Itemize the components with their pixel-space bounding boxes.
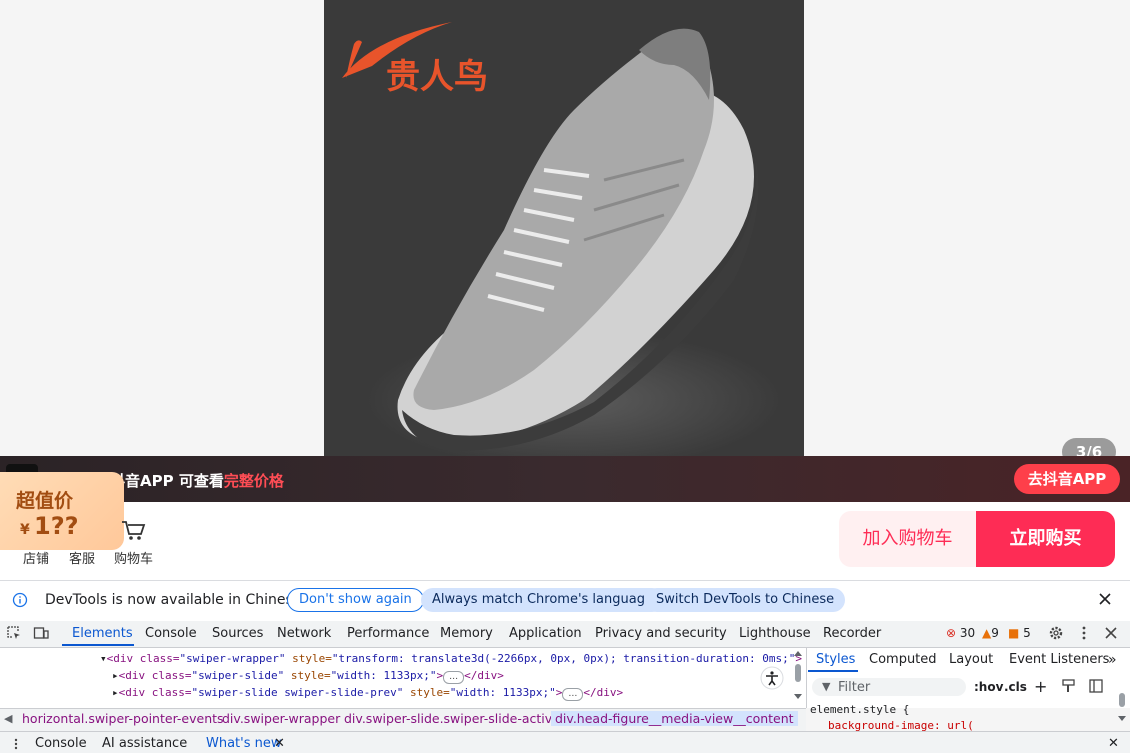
price-currency: ¥ (20, 522, 30, 538)
issue-icon: ■ (1008, 626, 1020, 640)
product-image[interactable]: 贵人鸟 (324, 0, 804, 478)
dom-attr-value: "swiper-wrapper" (179, 652, 286, 665)
gear-icon[interactable] (1048, 625, 1064, 641)
shoe-illustration (397, 28, 759, 451)
dom-tag: <div class= (106, 652, 180, 665)
match-language-button[interactable]: Always match Chrome's language (421, 588, 664, 612)
dom-attr-name: style= (403, 686, 450, 699)
accessibility-icon[interactable] (760, 666, 784, 690)
drawer-tab-ai-assistance[interactable]: AI assistance (102, 736, 187, 751)
price-label: 超值价 (16, 490, 74, 512)
more-tabs-icon[interactable]: » (1108, 652, 1117, 668)
tab-network[interactable]: Network (277, 626, 331, 641)
dom-scrollbar[interactable] (792, 648, 804, 708)
dom-tag: > (555, 686, 563, 699)
tab-privacy-security[interactable]: Privacy and security (595, 626, 727, 641)
dom-attr-value: "swiper-slide swiper-slide-prev" (191, 686, 404, 699)
tab-layout[interactable]: Layout (949, 652, 993, 667)
dom-tag: <div class= (118, 686, 192, 699)
dom-attr-name: style= (284, 669, 331, 682)
tab-computed[interactable]: Computed (869, 652, 937, 667)
hover-state-toggle[interactable]: :hov (974, 680, 1003, 694)
tab-recorder[interactable]: Recorder (823, 626, 881, 641)
styles-filter-input[interactable] (812, 678, 966, 696)
css-rule-selector[interactable]: element.style { (810, 703, 909, 716)
filter-placeholder: Filter (838, 680, 871, 695)
dom-line-swiper-slide[interactable]: ▸<div class="swiper-slide" style="width:… (112, 667, 504, 684)
dom-attr-name: style= (285, 652, 332, 665)
close-icon[interactable] (1096, 590, 1114, 608)
tab-sources[interactable]: Sources (212, 626, 263, 641)
switch-language-button[interactable]: Switch DevTools to Chinese (645, 588, 846, 612)
warning-icon: ▲ (982, 626, 992, 640)
drawer-tab-console[interactable]: Console (35, 736, 87, 751)
close-drawer-icon[interactable]: ✕ (1108, 736, 1119, 751)
breadcrumb-item[interactable]: div.swiper-wrapper (222, 711, 340, 726)
inspect-element-icon[interactable] (6, 625, 22, 641)
dom-tag: </div> (464, 669, 504, 682)
promo-text: 抖音APP 可查看完整价格 (110, 470, 284, 491)
language-message: DevTools is now available in Chinese (45, 592, 302, 608)
close-tab-icon[interactable]: ✕ (274, 736, 285, 751)
info-icon (12, 592, 28, 608)
device-toolbar-icon[interactable] (33, 625, 49, 641)
dom-attr-value: "width: 1133px;" (449, 686, 556, 699)
open-app-button[interactable]: 去抖音APP (1014, 464, 1120, 494)
issue-count[interactable]: ■ 5 (1008, 626, 1031, 640)
warning-count[interactable]: ▲9 (982, 626, 999, 640)
tab-performance[interactable]: Performance (347, 626, 429, 641)
issue-count-value: 5 (1023, 626, 1031, 640)
styles-scrollbar[interactable] (1116, 690, 1128, 728)
tab-elements[interactable]: Elements (72, 626, 133, 641)
dom-line-swiper-slide-prev[interactable]: ▸<div class="swiper-slide swiper-slide-p… (112, 684, 623, 701)
dom-attr-value: "swiper-slide" (191, 669, 285, 682)
expand-arrow-icon[interactable]: ▾ (100, 652, 107, 665)
close-devtools-icon[interactable] (1103, 625, 1119, 641)
sidebar-toggle-icon[interactable] (1089, 679, 1103, 693)
tab-console[interactable]: Console (145, 626, 197, 641)
drawer-menu-icon[interactable] (10, 738, 22, 750)
class-toggle[interactable]: .cls (1004, 680, 1027, 694)
dom-tag: > (436, 669, 444, 682)
error-icon: ⊗ (946, 626, 957, 640)
ellipsis-badge[interactable]: … (443, 671, 465, 684)
breadcrumb-item[interactable]: div.swiper-slide.swiper-slide-active (344, 711, 560, 726)
cart-icon[interactable] (120, 518, 146, 542)
more-options-icon[interactable] (1076, 625, 1092, 641)
collapse-arrow-icon[interactable]: ▸ (112, 669, 119, 682)
promo-text-prefix: 抖音APP 可查看 (110, 472, 224, 490)
dom-attr-value: "transform: translate3d(-2266px, 0px, 0p… (331, 652, 796, 665)
price-value: 1?? (34, 512, 79, 540)
error-count[interactable]: ⊗ 30 (946, 626, 975, 640)
active-styles-tab-indicator (808, 670, 858, 672)
tab-styles[interactable]: Styles (816, 652, 855, 667)
error-count-value: 30 (959, 626, 976, 640)
paint-icon[interactable] (1062, 679, 1076, 693)
dom-tag: <div class= (118, 669, 192, 682)
nav-service-label[interactable]: 客服 (69, 548, 95, 567)
breadcrumb-scroll-left-icon[interactable]: ◀ (4, 712, 12, 725)
filter-icon: ▼ (822, 680, 831, 693)
ellipsis-badge[interactable]: … (562, 688, 584, 701)
collapse-arrow-icon[interactable]: ▸ (112, 686, 119, 699)
breadcrumb-item[interactable]: horizontal.swiper-pointer-events (22, 711, 224, 726)
tab-memory[interactable]: Memory (440, 626, 493, 641)
drawer-tab-whats-new[interactable]: What's new (206, 736, 282, 751)
active-tab-indicator (62, 644, 134, 646)
tab-lighthouse[interactable]: Lighthouse (739, 626, 811, 641)
dom-tag: </div> (583, 686, 624, 699)
dom-line-swiper-wrapper[interactable]: ▾<div class="swiper-wrapper" style="tran… (100, 650, 838, 667)
breadcrumb-item-active[interactable]: div.head-figure__media-view__content (551, 711, 798, 726)
nav-store-label[interactable]: 店铺 (23, 548, 49, 567)
dont-show-again-button[interactable]: Don't show again (287, 588, 424, 612)
warning-count-value: 9 (991, 626, 999, 640)
buy-now-button[interactable]: 立即购买 (976, 511, 1115, 567)
dom-attr-value: "width: 1133px;" (330, 669, 437, 682)
tab-event-listeners[interactable]: Event Listeners (1009, 652, 1109, 667)
add-rule-icon[interactable]: + (1034, 677, 1047, 696)
tab-application[interactable]: Application (509, 626, 582, 641)
add-to-cart-button[interactable]: 加入购物车 (839, 511, 976, 567)
promo-text-highlight: 完整价格 (223, 472, 284, 490)
nav-cart-label[interactable]: 购物车 (114, 548, 153, 567)
